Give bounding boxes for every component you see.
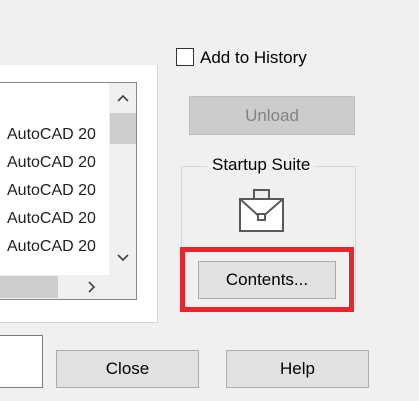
path-field[interactable] — [0, 335, 43, 388]
highlight-box — [180, 247, 354, 312]
list-item[interactable]: AutoCAD 20 — [7, 237, 107, 257]
scroll-down-icon[interactable] — [110, 245, 136, 271]
close-button[interactable]: Close — [56, 350, 199, 388]
briefcase-icon[interactable] — [237, 188, 287, 234]
horizontal-scroll-thumb[interactable] — [0, 276, 58, 298]
add-to-history-checkbox[interactable] — [176, 48, 194, 66]
list-item[interactable]: AutoCAD 20 — [7, 153, 107, 173]
unload-button[interactable]: Unload — [189, 96, 355, 135]
scroll-right-icon[interactable] — [79, 275, 105, 299]
scroll-up-icon[interactable] — [110, 85, 136, 111]
list-item[interactable]: AutoCAD 20 — [7, 181, 107, 201]
startup-suite-title: Startup Suite — [207, 155, 316, 175]
help-button[interactable]: Help — [226, 350, 369, 388]
list-item[interactable]: AutoCAD 20 — [7, 125, 107, 145]
list-item[interactable]: AutoCAD 20 — [7, 209, 107, 229]
vertical-scroll-thumb[interactable] — [110, 113, 136, 144]
scrollbar-corner — [109, 275, 136, 299]
add-to-history-label[interactable]: Add to History — [200, 48, 307, 68]
